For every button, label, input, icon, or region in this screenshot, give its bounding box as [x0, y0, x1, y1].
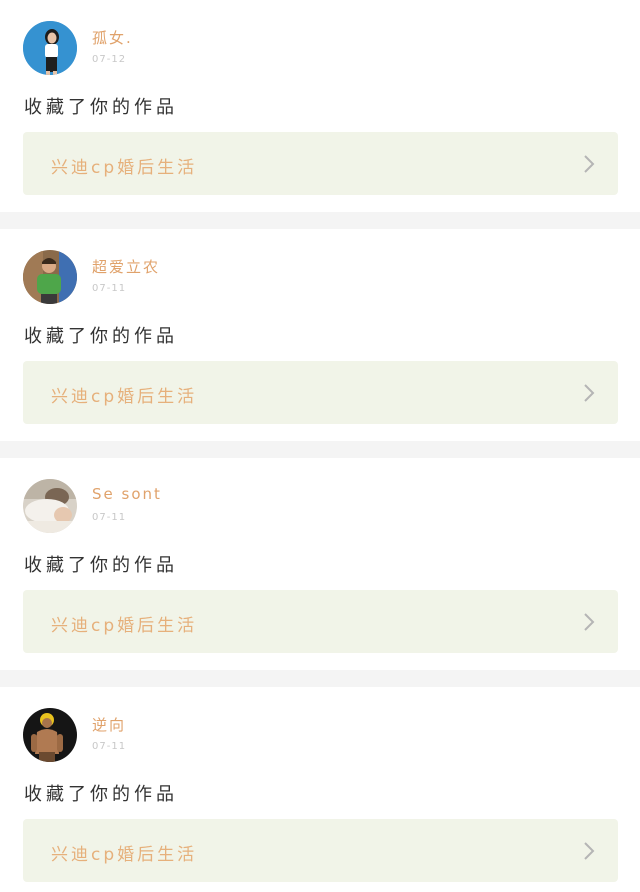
timestamp: 07-11 [92, 512, 127, 523]
chevron-right-icon [584, 842, 595, 860]
avatar-person-green-shirt-icon [23, 250, 77, 304]
user-avatar[interactable] [23, 250, 77, 304]
user-avatar[interactable] [23, 21, 77, 75]
avatar-sleeping-person-icon [23, 479, 77, 533]
notification-card: 逆向 07-11 收藏了你的作品 兴迪cp婚后生活 [0, 687, 640, 892]
work-link[interactable]: 兴迪cp婚后生活 [23, 819, 618, 882]
timestamp: 07-11 [92, 283, 127, 294]
work-link[interactable]: 兴迪cp婚后生活 [23, 590, 618, 653]
avatar-girl-blue-background-icon [23, 21, 77, 75]
notification-card: 孤女. 07-12 收藏了你的作品 兴迪cp婚后生活 [0, 0, 640, 212]
work-link[interactable]: 兴迪cp婚后生活 [23, 361, 618, 424]
notification-card: 超爱立农 07-11 收藏了你的作品 兴迪cp婚后生活 [0, 229, 640, 441]
timestamp: 07-12 [92, 54, 127, 65]
work-title: 兴迪cp婚后生活 [51, 845, 198, 865]
user-avatar[interactable] [23, 479, 77, 533]
username[interactable]: 超爱立农 [92, 256, 160, 277]
chevron-right-icon [584, 384, 595, 402]
work-title: 兴迪cp婚后生活 [51, 387, 198, 407]
work-link[interactable]: 兴迪cp婚后生活 [23, 132, 618, 195]
chevron-right-icon [584, 613, 595, 631]
work-title: 兴迪cp婚后生活 [51, 616, 198, 636]
chevron-right-icon [584, 155, 595, 173]
username[interactable]: 逆向 [92, 714, 126, 735]
user-avatar[interactable] [23, 708, 77, 762]
notification-feed: 孤女. 07-12 收藏了你的作品 兴迪cp婚后生活 超爱立农 07-11 收藏… [0, 0, 640, 892]
action-text: 收藏了你的作品 [24, 326, 178, 347]
action-text: 收藏了你的作品 [24, 555, 178, 576]
avatar-yellow-hair-figure-icon [23, 708, 77, 762]
timestamp: 07-11 [92, 741, 127, 752]
work-title: 兴迪cp婚后生活 [51, 158, 198, 178]
username[interactable]: 孤女. [92, 27, 133, 48]
username[interactable]: Se sont [92, 485, 162, 503]
notification-card: Se sont 07-11 收藏了你的作品 兴迪cp婚后生活 [0, 458, 640, 670]
action-text: 收藏了你的作品 [24, 784, 178, 805]
action-text: 收藏了你的作品 [24, 97, 178, 118]
